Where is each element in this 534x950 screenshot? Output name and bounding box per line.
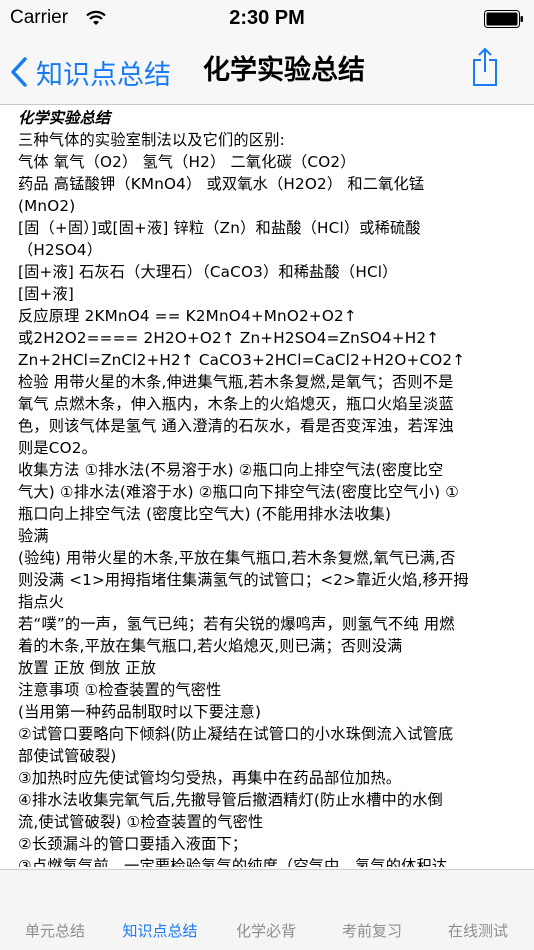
content-line: 部使试管破裂) (18, 747, 117, 765)
content-line: (验纯) 用带火星的木条,平放在集气瓶口,若木条复燃,氧气已满,否 (18, 549, 456, 567)
tab-unit-summary[interactable]: 单元总结 (2, 920, 108, 950)
content-line: 收集方法 ①排水法(不易溶于水) ②瓶口向上排空气法(密度比空 (18, 461, 444, 479)
content-line: ②试管口要略向下倾斜(防止凝结在试管口的小水珠倒流入试管底 (18, 725, 454, 743)
content-line: [固（+固）]或[固+液] 锌粒（Zn）和盐酸（HCl）或稀硫酸 (18, 219, 421, 237)
content-line: ③点燃氢气前，一定要检验氢气的纯度（空气中，氢气的体积达 (18, 857, 448, 867)
content-line: （H2SO4） (18, 241, 103, 259)
tab-exam-review[interactable]: 考前复习 (319, 920, 425, 950)
content-line: 着的木条,平放在集气瓶口,若火焰熄灭,则已满；否则没满 (18, 637, 403, 655)
tab-bar: 单元总结 知识点总结 化学必背 考前复习 在线测试 (0, 869, 534, 950)
content-line: 药品 高锰酸钾（KMnO4） 或双氧水（H2O2） 和二氧化锰 (18, 175, 425, 193)
content-line: 气大) ①排水法(难溶于水) ②瓶口向下排空气法(密度比空气小) ① (18, 483, 460, 501)
content-line: 指点火 (18, 593, 65, 611)
content-line: 则是CO2。 (18, 439, 97, 457)
content-heading: 化学实验总结 (18, 109, 111, 127)
content-line: 或2H2O2==== 2H2O+O2↑ Zn+H2SO4=ZnSO4+H2↑ (18, 329, 440, 347)
content-line: ②长颈漏斗的管口要插入液面下； (18, 835, 248, 853)
content-line: [固+液] (18, 285, 74, 303)
content-line: 则没满 <1>用拇指堵住集满氢气的试管口；<2>靠近火焰,移开拇 (18, 571, 469, 589)
navigation-bar: 知识点总结 化学实验总结 (0, 38, 534, 105)
page-title: 化学实验总结 (203, 55, 365, 86)
share-icon[interactable] (472, 47, 498, 87)
content-line: 三种气体的实验室制法以及它们的区别: (18, 131, 285, 149)
content-line: 若“噗”的一声，氢气已纯；若有尖锐的爆鸣声，则氢气不纯 用燃 (18, 615, 455, 633)
content-line: Zn+2HCl=ZnCl2+H2↑ CaCO3+2HCl=CaCl2+H2O+C… (18, 351, 466, 369)
back-button-label: 知识点总结 (36, 59, 171, 91)
content-line: [固+液] 石灰石（大理石）（CaCO3）和稀盐酸（HCl） (18, 263, 398, 281)
tab-chemistry-must-memorize[interactable]: 化学必背 (213, 920, 319, 950)
content-line: 验满 (18, 527, 49, 545)
content-line: 气体 氧气（O2） 氢气（H2） 二氧化碳（CO2） (18, 153, 356, 171)
content-line: (当用第一种药品制取时以下要注意) (18, 703, 262, 721)
content-line: 反应原理 2KMnO4 == K2MnO4+MnO2+O2↑ (18, 307, 357, 325)
content-line: (MnO2) (18, 197, 76, 215)
content-line: 流,使试管破裂) ①检查装置的气密性 (18, 813, 264, 831)
battery-icon (484, 10, 523, 28)
content-line: 色，则该气体是氢气 通入澄清的石灰水，看是否变浑浊，若浑浊 (18, 417, 454, 435)
content-line: 瓶口向上排空气法 (密度比空气大) (不能用排水法收集) (18, 505, 392, 523)
content-line: 放置 正放 倒放 正放 (18, 659, 157, 677)
status-bar: Carrier 2:30 PM (0, 0, 534, 38)
chevron-left-icon (11, 57, 27, 87)
content-line: ③加热时应先使试管均匀受热，再集中在药品部位加热。 (18, 769, 402, 787)
article-content[interactable]: 化学实验总结三种气体的实验室制法以及它们的区别: 气体 氧气（O2） 氢气（H2）… (18, 107, 526, 867)
back-button[interactable]: 知识点总结 (10, 52, 171, 92)
content-line: 氧气 点燃木条，伸入瓶内，木条上的火焰熄灭，瓶口火焰呈淡蓝 (18, 395, 454, 413)
content-line: ④排水法收集完氧气后,先撤导管后撤酒精灯(防止水槽中的水倒 (18, 791, 444, 809)
status-time: 2:30 PM (229, 7, 305, 29)
tab-online-test[interactable]: 在线测试 (425, 920, 531, 950)
content-line: 检验 用带火星的木条,伸进集气瓶,若木条复燃,是氧气；否则不是 (18, 373, 454, 391)
content-line: 注意事项 ①检查装置的气密性 (18, 681, 222, 699)
tab-knowledge-summary[interactable]: 知识点总结 (107, 920, 213, 950)
